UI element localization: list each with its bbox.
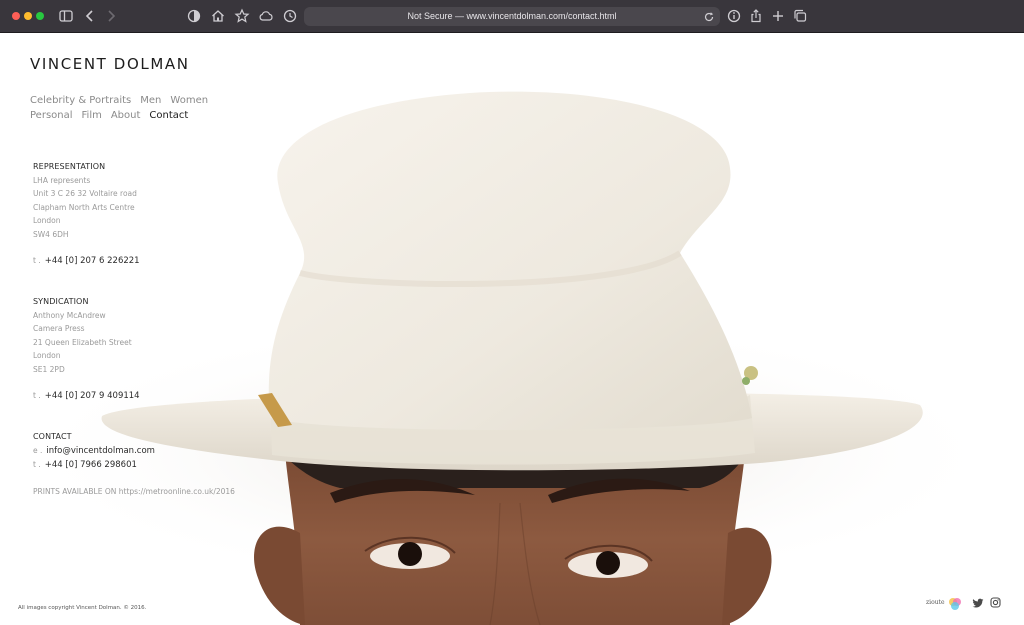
prints-link[interactable]: PRINTS AVAILABLE ON https://metroonline.… — [33, 485, 263, 499]
address-line: London — [33, 351, 61, 360]
tabs-icon[interactable] — [792, 8, 808, 24]
circles-logo-icon[interactable] — [947, 597, 963, 611]
site-credit[interactable]: zioute — [926, 599, 945, 606]
site-title[interactable]: VINCENT DOLMAN — [30, 55, 190, 73]
address-bar[interactable]: Not Secure — www.vincentdolman.com/conta… — [304, 7, 720, 26]
syndication-phone[interactable]: t . +44 [0] 207 9 409114 — [33, 389, 263, 403]
phone-prefix: t . — [33, 256, 41, 265]
contact-details: REPRESENTATION LHA represents Unit 3 C 2… — [33, 160, 263, 499]
contact-phone[interactable]: t . +44 [0] 7966 298601 — [33, 458, 263, 472]
instagram-icon[interactable] — [990, 597, 1001, 608]
phone-number[interactable]: +44 [0] 7966 298601 — [45, 460, 137, 470]
phone-prefix: t . — [33, 391, 41, 400]
representation-phone[interactable]: t . +44 [0] 207 6 226221 — [33, 254, 263, 268]
web-page: VINCENT DOLMAN Celebrity & Portraits Men… — [0, 33, 1024, 625]
nav-link-celebrity-portraits[interactable]: Celebrity & Portraits — [30, 93, 131, 108]
new-tab-icon[interactable] — [770, 8, 786, 24]
zoom-window-button[interactable] — [36, 12, 44, 20]
nav-row-1: Celebrity & Portraits Men Women — [30, 93, 230, 108]
nav-link-women[interactable]: Women — [170, 93, 208, 108]
copyright-text: All images copyright Vincent Dolman. © 2… — [18, 605, 147, 611]
address-line: Unit 3 C 26 32 Voltaire road — [33, 189, 137, 198]
address-line: SE1 2PD — [33, 364, 65, 374]
url-text[interactable]: Not Secure — www.vincentdolman.com/conta… — [304, 7, 720, 26]
nav-link-men[interactable]: Men — [140, 93, 161, 108]
nav-link-contact[interactable]: Contact — [149, 108, 188, 123]
minimize-window-button[interactable] — [24, 12, 32, 20]
reload-icon[interactable] — [702, 9, 716, 23]
back-icon[interactable] — [82, 8, 98, 24]
contact-heading: CONTACT — [33, 432, 72, 441]
nav-link-film[interactable]: Film — [82, 108, 102, 123]
history-icon[interactable] — [282, 8, 298, 24]
browser-toolbar: Not Secure — www.vincentdolman.com/conta… — [0, 0, 1024, 33]
phone-number[interactable]: +44 [0] 207 9 409114 — [45, 391, 140, 401]
star-icon[interactable] — [234, 8, 250, 24]
address-line: 21 Queen Elizabeth Street — [33, 337, 132, 347]
email-link[interactable]: e . info@vincentdolman.com — [33, 444, 263, 458]
sidebar-icon[interactable] — [58, 8, 74, 24]
email-prefix: e . — [33, 445, 43, 455]
syndication-heading: SYNDICATION — [33, 297, 89, 306]
phone-prefix: t . — [33, 459, 41, 469]
nav-link-about[interactable]: About — [111, 108, 141, 123]
info-icon[interactable] — [726, 8, 742, 24]
main-nav: Celebrity & Portraits Men Women Personal… — [30, 93, 230, 123]
close-window-button[interactable] — [12, 12, 20, 20]
address-line: Clapham North Arts Centre — [33, 202, 135, 212]
address-line: LHA represents — [33, 175, 91, 185]
phone-number[interactable]: +44 [0] 207 6 226221 — [45, 256, 140, 266]
twitter-icon[interactable] — [972, 598, 984, 609]
cloud-icon[interactable] — [258, 8, 274, 24]
share-icon[interactable] — [748, 8, 764, 24]
nav-link-personal[interactable]: Personal — [30, 108, 73, 123]
address-line: Anthony McAndrew — [33, 310, 106, 320]
nav-row-2: Personal Film About Contact — [30, 108, 230, 123]
home-icon[interactable] — [210, 8, 226, 24]
address-line: London — [33, 216, 61, 225]
representation-heading: REPRESENTATION — [33, 162, 106, 171]
shield-icon[interactable] — [186, 8, 202, 24]
address-line: Camera Press — [33, 324, 85, 333]
email-address[interactable]: info@vincentdolman.com — [46, 446, 155, 456]
address-line: SW4 6DH — [33, 229, 69, 239]
forward-icon[interactable] — [103, 8, 119, 24]
